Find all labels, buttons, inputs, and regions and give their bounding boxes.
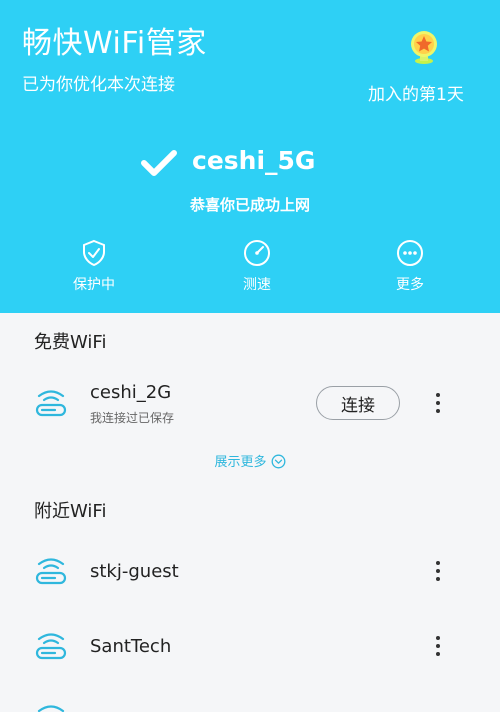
- joined-days-text: 加入的第1天: [368, 85, 464, 105]
- more-dots-icon: [397, 240, 423, 266]
- speed-test-label: 测速: [243, 277, 271, 293]
- more-vertical-icon[interactable]: [428, 391, 448, 415]
- wifi-saved-status: 我连接过已保存: [90, 411, 175, 425]
- protection-label: 保护中: [73, 277, 115, 293]
- router-wifi-icon: [37, 705, 65, 712]
- app-title: 畅快WiFi管家: [22, 26, 207, 61]
- free-wifi-title: 免费WiFi: [34, 332, 107, 353]
- wifi-name: stkj-guest: [90, 561, 179, 582]
- show-more-label: 展示更多: [214, 455, 267, 470]
- check-icon: [141, 150, 177, 176]
- wifi-list-item[interactable]: stkj-guest: [0, 542, 500, 602]
- router-wifi-icon: [35, 558, 67, 585]
- protection-button[interactable]: 保护中: [44, 238, 144, 294]
- nearby-wifi-title: 附近WiFi: [34, 501, 107, 522]
- shield-check-icon: [83, 239, 105, 267]
- more-label: 更多: [396, 277, 424, 293]
- header-panel: 畅快WiFi管家 已为你优化本次连接 加入的第1天 ceshi_5G 恭喜你已成…: [0, 0, 500, 313]
- chevron-down-circle-icon: [271, 454, 285, 469]
- optimization-status: 已为你优化本次连接: [22, 75, 175, 95]
- router-wifi-icon: [35, 633, 67, 660]
- wifi-list-item[interactable]: ceshi_2G 我连接过已保存 连接: [0, 372, 500, 432]
- wifi-list-item[interactable]: SantTech: [0, 617, 500, 677]
- more-button[interactable]: 更多: [360, 238, 460, 294]
- speed-test-button[interactable]: 测速: [207, 238, 307, 294]
- connected-network: ceshi_5G: [0, 144, 500, 184]
- connected-ssid: ceshi_5G: [192, 146, 316, 175]
- router-wifi-icon: [35, 390, 67, 417]
- show-more-link[interactable]: 展示更多: [0, 451, 500, 470]
- wifi-name: SantTech: [90, 636, 172, 657]
- more-vertical-icon[interactable]: [428, 634, 448, 658]
- congrats-message: 恭喜你已成功上网: [189, 196, 310, 214]
- more-vertical-icon[interactable]: [428, 559, 448, 583]
- wifi-name: ceshi_2G: [90, 382, 172, 403]
- speedometer-icon: [244, 240, 270, 266]
- trophy-star-icon[interactable]: [404, 28, 444, 68]
- connect-button[interactable]: 连接: [316, 386, 400, 420]
